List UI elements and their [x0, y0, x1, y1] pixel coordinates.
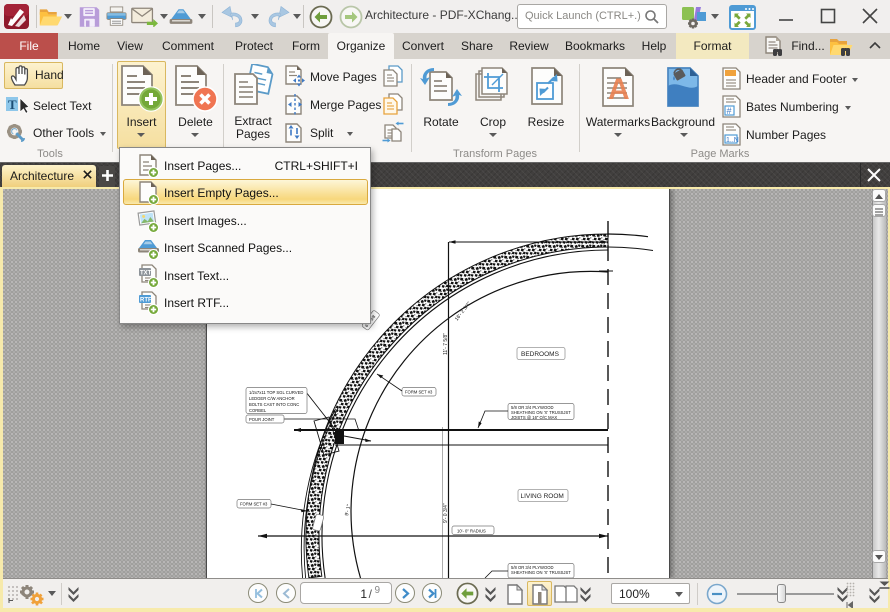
svg-text:1..N: 1..N — [726, 137, 739, 144]
svg-text:16'- 2 3/4": 16'- 2 3/4" — [454, 301, 473, 323]
svg-text:10'- 0" RADIUS: 10'- 0" RADIUS — [457, 529, 486, 534]
svg-text:LIVING ROOM: LIVING ROOM — [521, 493, 564, 500]
svg-text:FORM SET #3: FORM SET #3 — [240, 502, 268, 507]
svg-text:FORM SET #3: FORM SET #3 — [405, 390, 433, 395]
svg-text:BOLTS CAST INTO CONC: BOLTS CAST INTO CONC — [249, 402, 299, 407]
svg-text:JOISTS @ 16" O/C MAX: JOISTS @ 16" O/C MAX — [511, 415, 557, 420]
svg-text:TXT: TXT — [140, 271, 152, 277]
svg-text:1/2x7x11 TOP SGL CURVED: 1/2x7x11 TOP SGL CURVED — [249, 390, 303, 395]
svg-text:11'- 7 5/8": 11'- 7 5/8" — [443, 333, 449, 355]
svg-text:SHEATHING ON 'X' TRUSSJST: SHEATHING ON 'X' TRUSSJST — [511, 570, 571, 575]
svg-text:BEDROOMS: BEDROOMS — [521, 351, 560, 358]
svg-text:CORBEL: CORBEL — [249, 408, 267, 413]
svg-text:A: A — [608, 73, 630, 106]
svg-text:LEDGER C/W ANCHOR: LEDGER C/W ANCHOR — [249, 396, 295, 401]
svg-text:POUR JOINT: POUR JOINT — [249, 417, 275, 422]
svg-text:T: T — [8, 97, 17, 112]
svg-text:#: # — [727, 106, 732, 116]
svg-text:RTF: RTF — [140, 298, 152, 304]
svg-text:9'- 0 3/4": 9'- 0 3/4" — [443, 503, 449, 523]
